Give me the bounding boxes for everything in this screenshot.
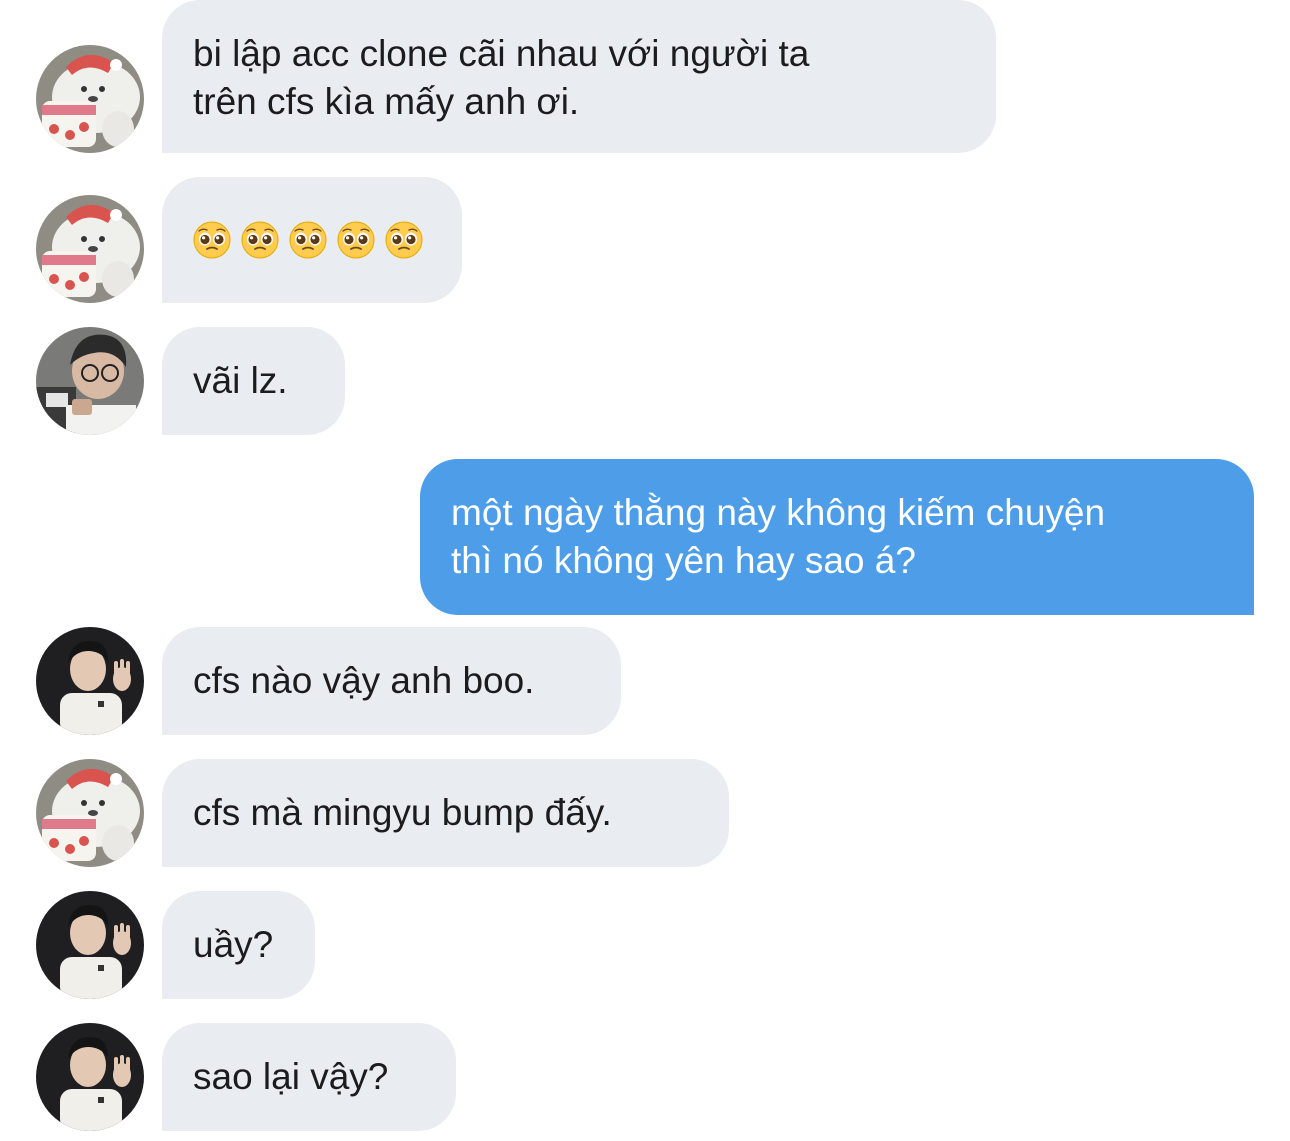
- pleading-face-icon: [241, 221, 279, 259]
- pleading-face-icon: [385, 221, 423, 259]
- message-bubble[interactable]: cfs nào vậy anh boo.: [162, 627, 621, 735]
- man-white-shirt-avatar-image: [36, 891, 144, 999]
- boy-glasses-avatar[interactable]: [36, 327, 144, 435]
- pleading-face-icon: [193, 221, 231, 259]
- bear-avatar[interactable]: [36, 45, 144, 153]
- message-bubble[interactable]: sao lại vậy?: [162, 1023, 456, 1131]
- bear-avatar-image: [36, 45, 144, 153]
- message-text: trên cfs kìa mấy anh ơi.: [193, 81, 580, 122]
- bear-avatar[interactable]: [36, 759, 144, 867]
- message-text: sao lại vậy?: [193, 1056, 389, 1097]
- man-white-shirt-avatar[interactable]: [36, 1023, 144, 1131]
- message-bubble[interactable]: vãi lz.: [162, 327, 345, 435]
- message-text: uầy?: [193, 924, 274, 965]
- pleading-face-icon: [337, 221, 375, 259]
- message-text: cfs nào vậy anh boo.: [193, 660, 535, 701]
- bear-avatar-image: [36, 195, 144, 303]
- message-bubble[interactable]: bi lập acc clone cãi nhau với người ta t…: [162, 0, 996, 153]
- man-white-shirt-avatar-image: [36, 1023, 144, 1131]
- outgoing-message-bubble[interactable]: một ngày thằng này không kiếm chuyện thì…: [420, 459, 1254, 615]
- man-white-shirt-avatar[interactable]: [36, 891, 144, 999]
- message-text: cfs mà mingyu bump đấy.: [193, 792, 612, 833]
- message-text: thì nó không yên hay sao á?: [451, 540, 916, 581]
- message-text: bi lập acc clone cãi nhau với người ta: [193, 33, 810, 74]
- message-bubble[interactable]: uầy?: [162, 891, 315, 999]
- emoji-message-bubble[interactable]: [162, 177, 462, 303]
- message-text: vãi lz.: [193, 360, 288, 401]
- man-white-shirt-avatar-image: [36, 627, 144, 735]
- man-white-shirt-avatar[interactable]: [36, 627, 144, 735]
- boy-glasses-avatar-image: [36, 327, 144, 435]
- bear-avatar-image: [36, 759, 144, 867]
- message-text: một ngày thằng này không kiếm chuyện: [451, 492, 1106, 533]
- bear-avatar[interactable]: [36, 195, 144, 303]
- pleading-face-icon: [289, 221, 327, 259]
- message-bubble[interactable]: cfs mà mingyu bump đấy.: [162, 759, 729, 867]
